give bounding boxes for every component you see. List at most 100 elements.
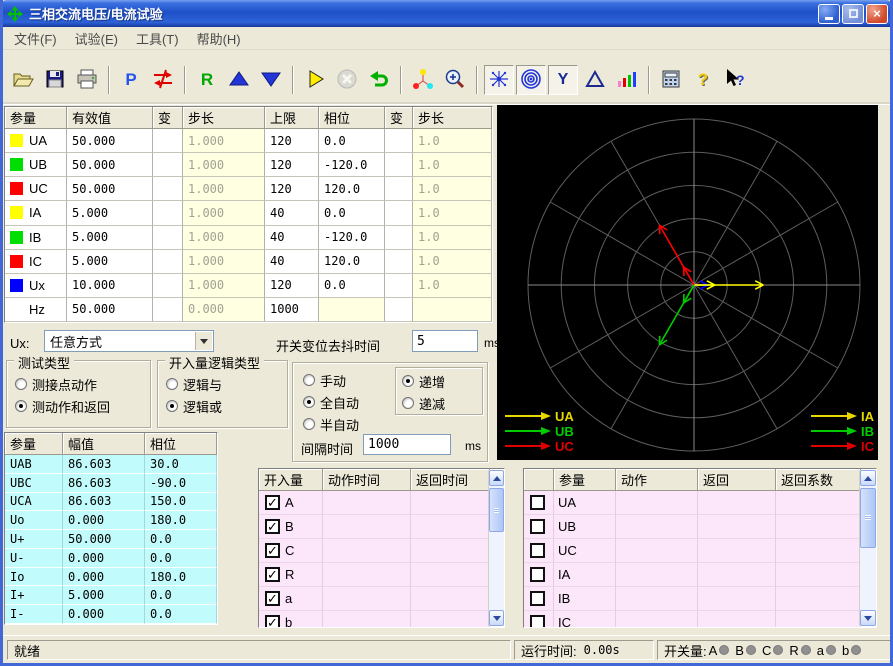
param-var1-cell[interactable] — [153, 201, 183, 225]
param-phase-cell[interactable]: 0.0 — [319, 129, 385, 153]
param-phase-step-cell[interactable]: 1.0 — [413, 201, 492, 225]
param-step-cell[interactable]: 1.000 — [183, 129, 265, 153]
param-var2-cell[interactable] — [385, 201, 413, 225]
param-value-cell[interactable]: 50.000 — [67, 129, 153, 153]
debounce-input[interactable]: 5 — [412, 330, 478, 352]
toolbar-harmonic-bars-button[interactable] — [612, 65, 642, 95]
result-check-cell[interactable] — [524, 563, 554, 587]
maximize-button[interactable] — [842, 4, 864, 24]
checkbox-checked[interactable]: ✓ — [265, 615, 280, 628]
param-var1-cell[interactable] — [153, 129, 183, 153]
menu-item-1[interactable]: 文件(F) — [5, 26, 66, 51]
param-step-cell[interactable]: 1.000 — [183, 153, 265, 177]
param-var2-cell[interactable] — [385, 153, 413, 177]
checkbox-unchecked[interactable] — [530, 495, 545, 510]
menu-item-4[interactable]: 帮助(H) — [188, 26, 250, 51]
input-table-scrollbar[interactable] — [488, 470, 504, 626]
toolbar-stop-button[interactable] — [332, 65, 362, 95]
checkbox-unchecked[interactable] — [530, 543, 545, 558]
param-value-cell[interactable]: 5.000 — [67, 250, 153, 274]
checkbox-unchecked[interactable] — [530, 519, 545, 534]
scroll-down-icon[interactable] — [860, 610, 876, 626]
scroll-down-icon[interactable] — [489, 610, 504, 626]
param-phase-step-cell[interactable]: 1.0 — [413, 226, 492, 250]
checkbox-checked[interactable]: ✓ — [265, 495, 280, 510]
param-step-cell[interactable]: 1.000 — [183, 177, 265, 201]
minimize-button[interactable] — [818, 4, 840, 24]
toolbar-open-button[interactable] — [8, 65, 38, 95]
input-channel-cell[interactable]: ✓A — [259, 491, 323, 515]
toolbar-y-connection-button[interactable]: Y — [548, 65, 578, 95]
interval-input[interactable]: 1000 — [363, 434, 451, 455]
param-step-cell[interactable]: 1.000 — [183, 250, 265, 274]
toolbar-raise-button[interactable] — [224, 65, 254, 95]
result-check-cell[interactable] — [524, 491, 554, 515]
param-phase-step-cell[interactable]: 1.0 — [413, 274, 492, 298]
param-limit-cell[interactable]: 120 — [265, 153, 319, 177]
param-value-cell[interactable]: 10.000 — [67, 274, 153, 298]
param-phase-cell[interactable]: 0.0 — [319, 201, 385, 225]
scrollbar-thumb[interactable] — [860, 488, 876, 548]
param-phase-step-cell[interactable] — [413, 298, 492, 322]
toolbar-r-set-button[interactable]: R — [192, 65, 222, 95]
param-limit-cell[interactable]: 120 — [265, 177, 319, 201]
input-channel-cell[interactable]: ✓a — [259, 587, 323, 611]
toolbar-context-help-button[interactable]: ? — [720, 65, 750, 95]
radio-mode-手动[interactable]: 手动 — [303, 369, 359, 391]
param-phase-cell[interactable]: -120.0 — [319, 153, 385, 177]
result-check-cell[interactable] — [524, 515, 554, 539]
radio-direction-递增[interactable]: 递增 — [402, 370, 482, 392]
scroll-up-icon[interactable] — [860, 470, 876, 486]
scrollbar-thumb[interactable] — [489, 488, 504, 532]
result-check-cell[interactable] — [524, 587, 554, 611]
toolbar-vector-star-button[interactable] — [484, 65, 514, 95]
param-limit-cell[interactable]: 1000 — [265, 298, 319, 322]
param-phase-step-cell[interactable]: 1.0 — [413, 250, 492, 274]
toolbar-undo-button[interactable] — [364, 65, 394, 95]
param-value-cell[interactable]: 50.000 — [67, 177, 153, 201]
input-channel-cell[interactable]: ✓R — [259, 563, 323, 587]
param-step-cell[interactable]: 1.000 — [183, 274, 265, 298]
toolbar-short-circuit-button[interactable] — [148, 65, 178, 95]
param-limit-cell[interactable]: 120 — [265, 274, 319, 298]
param-step-cell[interactable]: 0.000 — [183, 298, 265, 322]
param-var2-cell[interactable] — [385, 129, 413, 153]
result-check-cell[interactable] — [524, 611, 554, 628]
param-phase-cell[interactable]: -120.0 — [319, 226, 385, 250]
radio-direction-递减[interactable]: 递减 — [402, 392, 482, 414]
param-phase-cell[interactable]: 0.0 — [319, 274, 385, 298]
param-var2-cell[interactable] — [385, 226, 413, 250]
param-phase-step-cell[interactable]: 1.0 — [413, 177, 492, 201]
param-var1-cell[interactable] — [153, 226, 183, 250]
param-phase-cell[interactable]: 120.0 — [319, 177, 385, 201]
param-var1-cell[interactable] — [153, 153, 183, 177]
toolbar-calculator-button[interactable] — [656, 65, 686, 95]
toolbar-vector-node-button[interactable] — [408, 65, 438, 95]
param-var1-cell[interactable] — [153, 250, 183, 274]
toolbar-save-button[interactable] — [40, 65, 70, 95]
param-var2-cell[interactable] — [385, 250, 413, 274]
scroll-up-icon[interactable] — [489, 470, 504, 486]
menu-item-3[interactable]: 工具(T) — [127, 26, 188, 51]
radio-logic-逻辑或[interactable]: 逻辑或 — [166, 395, 287, 417]
param-step-cell[interactable]: 1.000 — [183, 201, 265, 225]
toolbar-concentric-circles-button[interactable] — [516, 65, 546, 95]
result-check-cell[interactable] — [524, 539, 554, 563]
param-step-cell[interactable]: 1.000 — [183, 226, 265, 250]
toolbar-delta-connection-button[interactable] — [580, 65, 610, 95]
radio-mode-全自动[interactable]: 全自动 — [303, 391, 359, 413]
param-limit-cell[interactable]: 40 — [265, 250, 319, 274]
title-bar[interactable]: 三相交流电压/电流试验 × — [0, 0, 893, 27]
toolbar-zoom-in-button[interactable] — [440, 65, 470, 95]
param-var2-cell[interactable] — [385, 298, 413, 322]
toolbar-lower-button[interactable] — [256, 65, 286, 95]
input-channel-cell[interactable]: ✓B — [259, 515, 323, 539]
param-limit-cell[interactable]: 40 — [265, 201, 319, 225]
input-channel-cell[interactable]: ✓C — [259, 539, 323, 563]
param-phase-cell[interactable]: 120.0 — [319, 250, 385, 274]
toolbar-help-button[interactable]: ? — [688, 65, 718, 95]
toolbar-start-button[interactable] — [300, 65, 330, 95]
checkbox-unchecked[interactable] — [530, 591, 545, 606]
param-var2-cell[interactable] — [385, 177, 413, 201]
checkbox-checked[interactable]: ✓ — [265, 519, 280, 534]
